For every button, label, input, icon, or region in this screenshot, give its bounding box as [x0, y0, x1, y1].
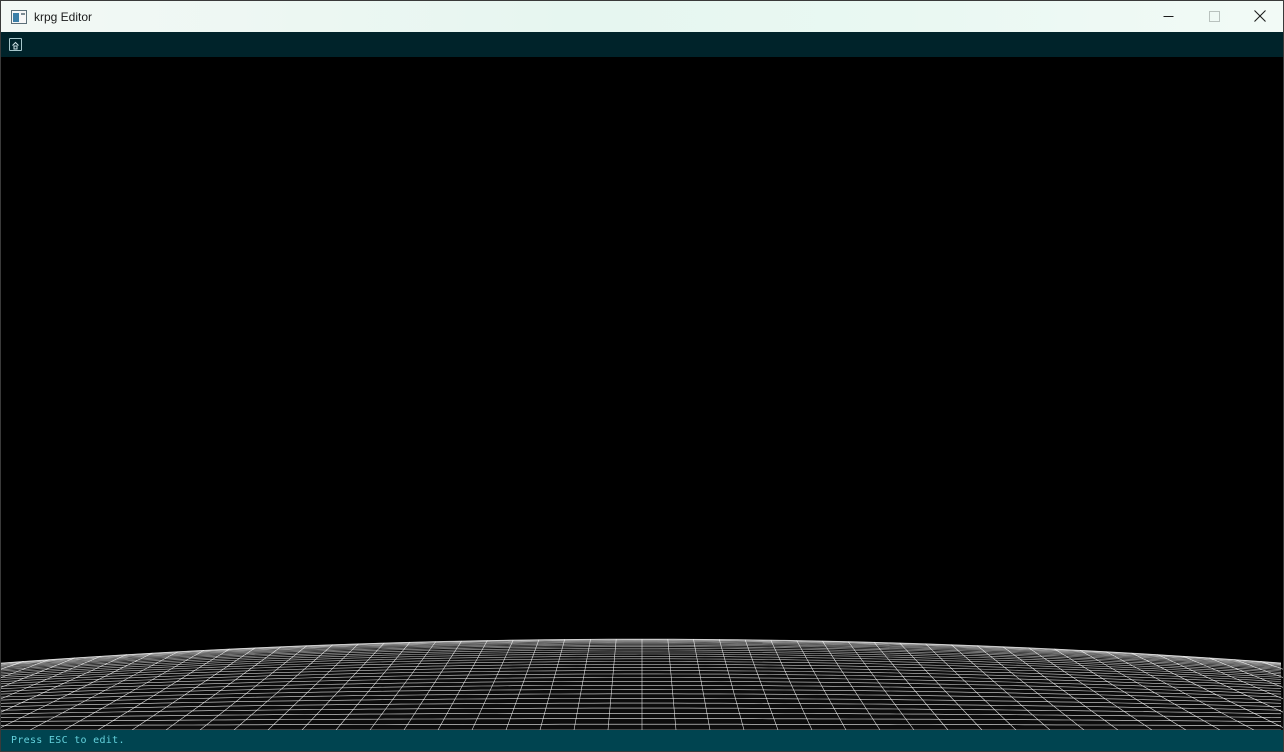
- 3d-viewport[interactable]: [1, 57, 1283, 731]
- window-controls: [1145, 1, 1283, 32]
- editor-window: krpg Editor Press ESC to edit.: [0, 0, 1284, 752]
- minimize-icon: [1163, 7, 1174, 26]
- perspective-grid-floor: [1, 638, 1283, 731]
- window-title: krpg Editor: [34, 9, 93, 24]
- home-button[interactable]: [9, 38, 22, 51]
- close-icon: [1254, 7, 1266, 26]
- editor-toolbar: [1, 32, 1283, 57]
- home-icon: [11, 35, 20, 54]
- title-bar[interactable]: krpg Editor: [1, 1, 1283, 32]
- app-window-icon: [11, 9, 27, 25]
- status-bar: Press ESC to edit.: [1, 730, 1283, 751]
- minimize-button[interactable]: [1145, 1, 1191, 32]
- maximize-icon: [1208, 7, 1220, 26]
- status-message: Press ESC to edit.: [11, 735, 125, 746]
- close-button[interactable]: [1237, 1, 1283, 32]
- maximize-button[interactable]: [1191, 1, 1237, 32]
